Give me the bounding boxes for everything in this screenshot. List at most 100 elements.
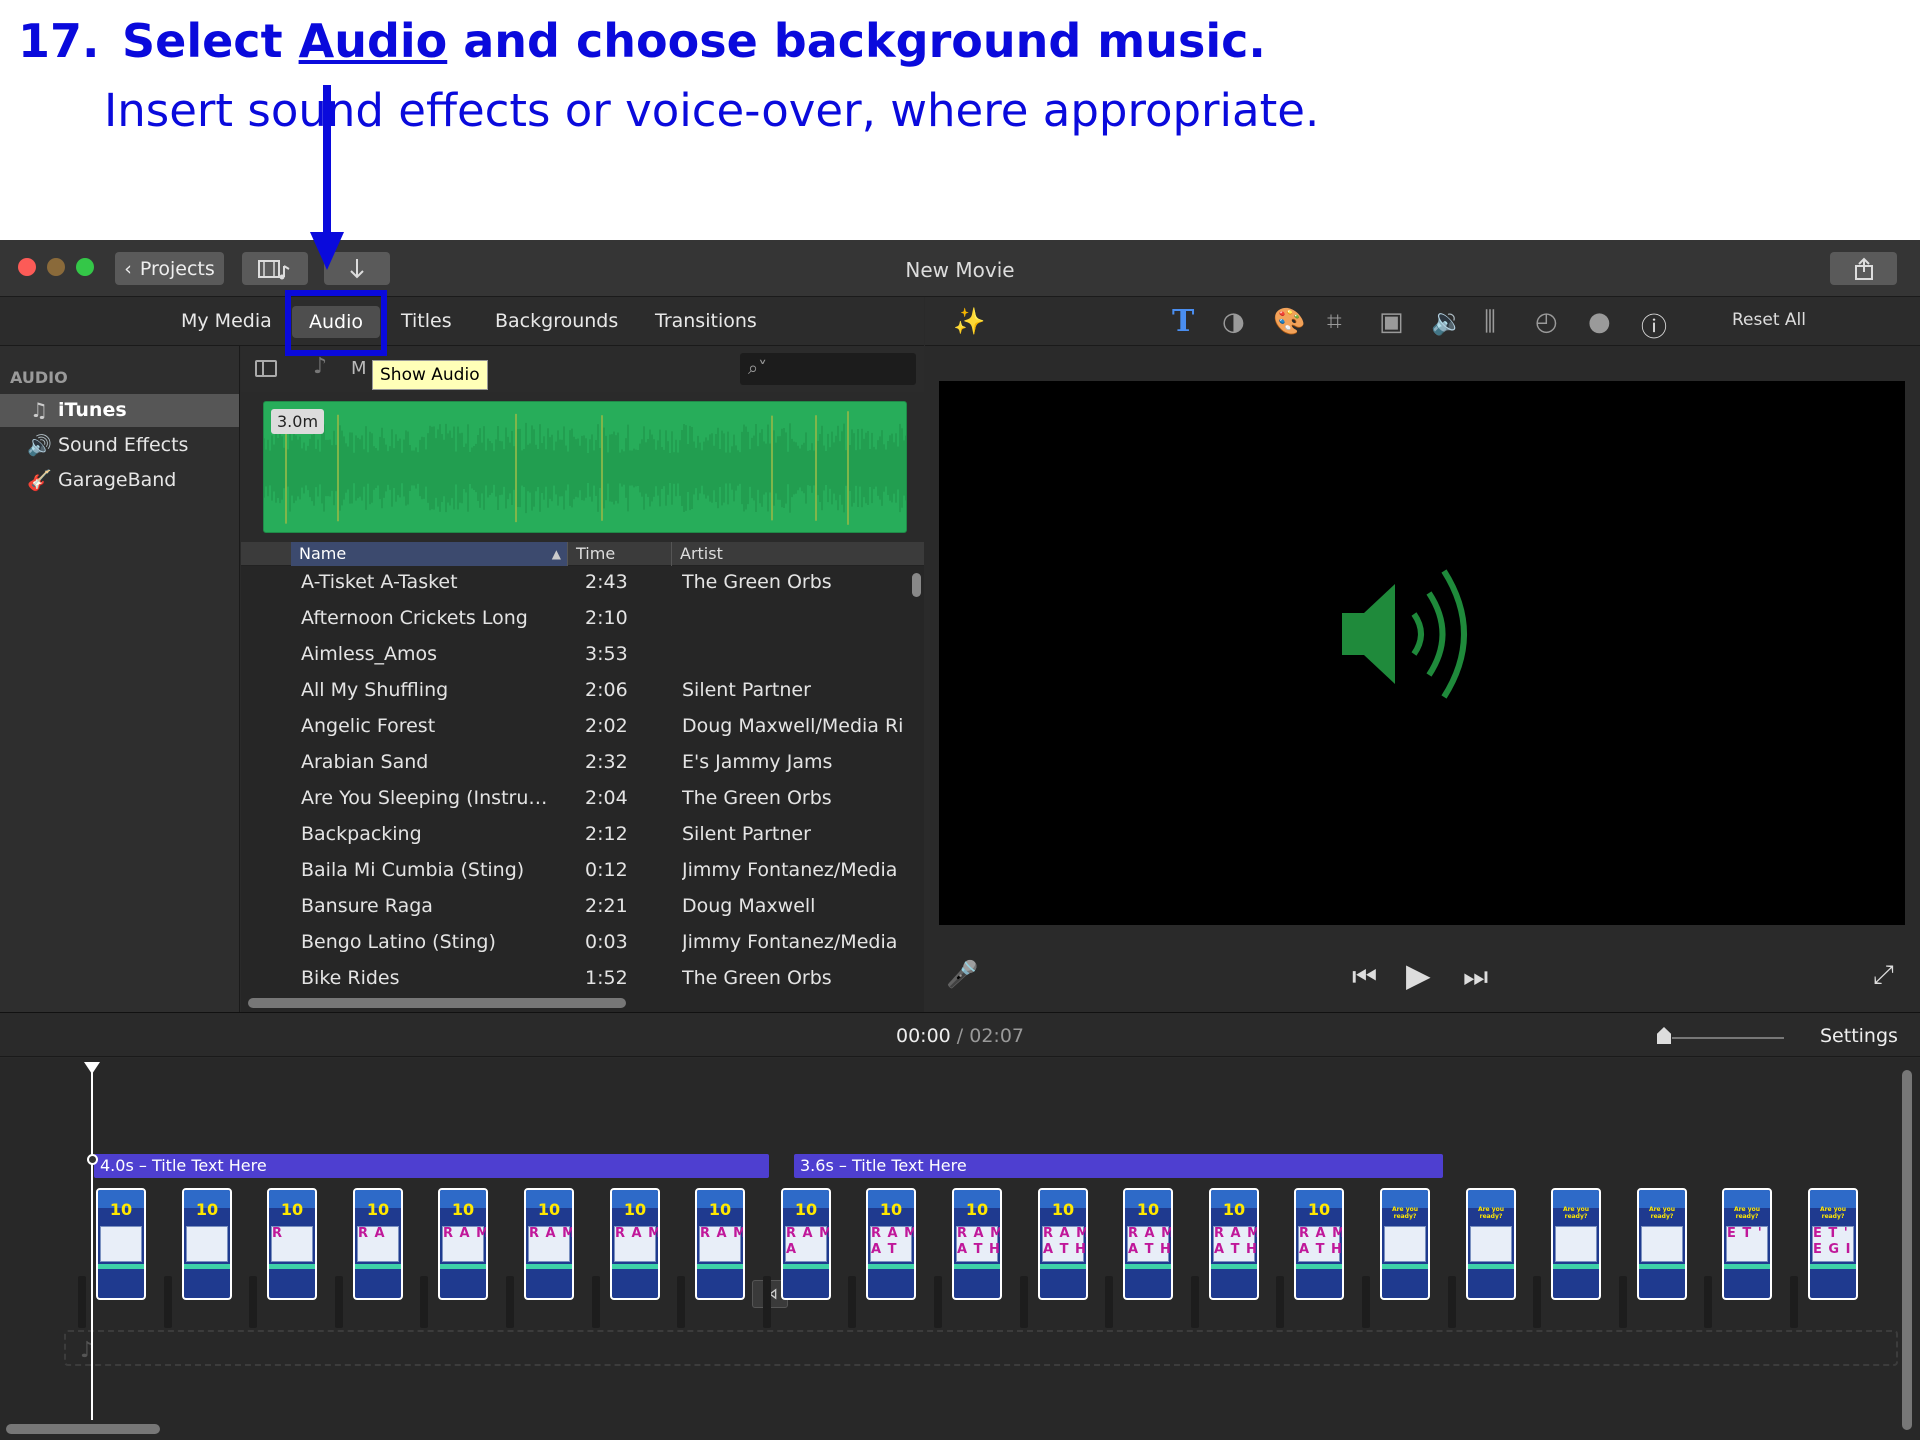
audio-waveform-preview[interactable]: 3.0m (263, 401, 907, 533)
skip-back-icon[interactable]: ⏮ (1352, 960, 1377, 994)
table-horizontal-scrollbar[interactable] (248, 998, 626, 1008)
tab-my-media[interactable]: My Media (181, 297, 272, 346)
table-row[interactable]: Arabian Sand 2:32 E's Jammy Jams (241, 746, 924, 782)
video-clip[interactable]: Are you ready? (1466, 1188, 1516, 1300)
stabilization-camera-icon[interactable]: ▣ (1379, 307, 1404, 337)
text-icon[interactable]: T (1172, 304, 1194, 339)
play-icon[interactable]: ▶ (1406, 956, 1431, 994)
equalizer-icon[interactable]: ⫼ (1484, 307, 1496, 338)
tab-titles[interactable]: Titles (401, 297, 452, 346)
video-clip[interactable]: 10 R A M A (781, 1188, 831, 1300)
color-palette-icon[interactable]: 🎨 (1273, 307, 1305, 337)
sidebar-item-label: GarageBand (58, 469, 177, 491)
timeline: 4.0s – Title Text Here 3.6s – Title Text… (0, 1058, 1920, 1440)
cell-name: Bengo Latino (Sting) (301, 931, 496, 953)
volume-icon[interactable]: 🔉 (1431, 307, 1463, 337)
instruction-step-title: 17. Select Audio and choose background m… (18, 14, 1266, 68)
sidebar-item-itunes[interactable]: ♫ iTunes (0, 394, 239, 427)
clip-number: 10 (1222, 1200, 1246, 1219)
tab-transitions[interactable]: Transitions (655, 297, 757, 346)
clip-letters: R A (358, 1226, 386, 1241)
step-suffix: and choose background music. (463, 14, 1266, 68)
table-row[interactable]: A-Tisket A-Tasket 2:43 The Green Orbs (241, 566, 924, 602)
fullscreen-icon[interactable]: ⤢ (1873, 960, 1894, 991)
clip-separator (78, 1276, 86, 1328)
clip-number: 10 (1051, 1200, 1075, 1219)
cell-name: Are You Sleeping (Instru… (301, 787, 548, 809)
video-clip[interactable]: Are you ready? E T ' (1722, 1188, 1772, 1300)
title-clip[interactable]: 3.6s – Title Text Here (794, 1154, 1443, 1178)
cell-time: 0:12 (585, 859, 628, 881)
zoom-slider-track[interactable] (1672, 1037, 1784, 1039)
video-clip[interactable]: 10 R A M (695, 1188, 745, 1300)
video-clip[interactable]: 10 R A M (610, 1188, 660, 1300)
video-clip[interactable]: 10 R A M A T (866, 1188, 916, 1300)
playhead-handle[interactable] (84, 1062, 100, 1074)
video-clip[interactable]: 10 (96, 1188, 146, 1300)
search-input[interactable]: ⌕˅ (740, 353, 916, 385)
video-clip[interactable]: 10 R A M A T H (1294, 1188, 1344, 1300)
table-row[interactable]: Bansure Raga 2:21 Doug Maxwell (241, 890, 924, 926)
video-clip[interactable]: 10 R (267, 1188, 317, 1300)
settings-button[interactable]: Settings (1820, 1025, 1898, 1047)
video-clip[interactable]: 10 R A M A T H (1123, 1188, 1173, 1300)
cell-name: Backpacking (301, 823, 422, 845)
video-clip[interactable]: Are you ready? (1380, 1188, 1430, 1300)
sidebar-item-sound-effects[interactable]: 🔊 Sound Effects (0, 429, 239, 462)
crop-icon[interactable]: ⌗ (1327, 307, 1342, 338)
table-row[interactable]: All My Shuffling 2:06 Silent Partner (241, 674, 924, 710)
video-clip[interactable]: Are you ready? (1551, 1188, 1601, 1300)
video-clip[interactable]: 10 R A M (438, 1188, 488, 1300)
video-clip[interactable]: 10 (182, 1188, 232, 1300)
cell-artist: The Green Orbs (682, 967, 832, 989)
sort-ascending-icon: ▲ (551, 547, 561, 561)
tab-backgrounds[interactable]: Backgrounds (495, 297, 618, 346)
guitar-icon: 🎸 (27, 468, 52, 492)
table-row[interactable]: Are You Sleeping (Instru… 2:04 The Green… (241, 782, 924, 818)
timeline-vertical-scrollbar[interactable] (1902, 1070, 1912, 1430)
video-clip[interactable]: 10 R A M A T H (1038, 1188, 1088, 1300)
table-row[interactable]: Aimless_Amos 3:53 (241, 638, 924, 674)
clip-number: 10 (451, 1200, 475, 1219)
clip-caption: Are you ready? (1648, 1206, 1676, 1220)
cell-time: 0:03 (585, 931, 628, 953)
column-header-time[interactable]: Time (567, 542, 670, 566)
table-row[interactable]: Afternoon Crickets Long 2:10 (241, 602, 924, 638)
microphone-icon[interactable]: 🎤 (946, 960, 978, 990)
background-music-well[interactable] (64, 1330, 1898, 1366)
annotation-arrow-head (310, 232, 344, 270)
table-row[interactable]: Backpacking 2:12 Silent Partner (241, 818, 924, 854)
clip-separator (1448, 1276, 1456, 1328)
magic-wand-icon[interactable]: ✨ (953, 307, 985, 337)
title-clip[interactable]: 4.0s – Title Text Here (94, 1154, 769, 1178)
filter-icon[interactable]: ● (1588, 307, 1611, 337)
title-clip-handle[interactable] (87, 1154, 98, 1165)
table-row[interactable]: Bike Rides 1:52 The Green Orbs (241, 962, 924, 998)
timeline-horizontal-scrollbar[interactable] (6, 1424, 160, 1434)
video-clip[interactable]: 10 R A M (524, 1188, 574, 1300)
video-clip[interactable]: 10 R A M A T H (952, 1188, 1002, 1300)
sidebar-toggle-icon[interactable] (255, 360, 277, 377)
share-button[interactable] (1830, 252, 1897, 285)
color-balance-icon[interactable]: ◑ (1222, 307, 1245, 337)
cell-artist: Silent Partner (682, 823, 811, 845)
clip-letters: R A M A T H (1043, 1226, 1087, 1257)
info-icon[interactable]: ⓘ (1641, 307, 1667, 344)
video-clip[interactable]: Are you ready? E T ' E G I (1808, 1188, 1858, 1300)
column-header-name[interactable]: Name ▲ (291, 542, 567, 566)
speed-icon[interactable]: ◴ (1535, 307, 1558, 337)
waveform-graphic (264, 411, 906, 525)
video-clip[interactable]: 10 R A M A T H (1209, 1188, 1259, 1300)
table-row[interactable]: Angelic Forest 2:02 Doug Maxwell/Media R… (241, 710, 924, 746)
table-vertical-scrollbar[interactable] (912, 573, 921, 597)
skip-forward-icon[interactable]: ⏭ (1463, 960, 1488, 994)
playhead[interactable] (91, 1070, 93, 1420)
column-header-artist[interactable]: Artist (671, 542, 924, 566)
video-clip[interactable]: Are you ready? (1637, 1188, 1687, 1300)
reset-all-button[interactable]: Reset All (1732, 310, 1806, 330)
sidebar-item-label: Sound Effects (58, 434, 189, 456)
video-clip[interactable]: 10 R A (353, 1188, 403, 1300)
table-row[interactable]: Bengo Latino (Sting) 0:03 Jimmy Fontanez… (241, 926, 924, 962)
sidebar-item-garageband[interactable]: 🎸 GarageBand (0, 464, 239, 497)
table-row[interactable]: Baila Mi Cumbia (Sting) 0:12 Jimmy Fonta… (241, 854, 924, 890)
